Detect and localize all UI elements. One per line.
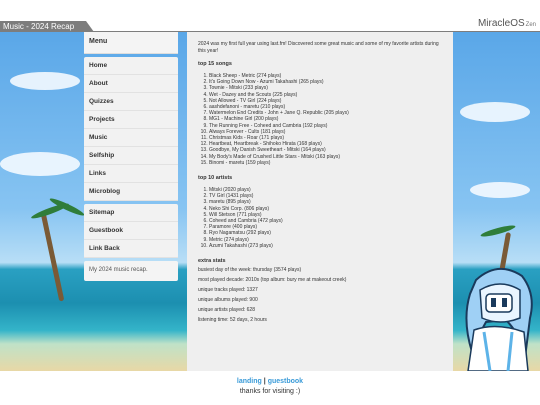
palm-trunk <box>40 212 65 302</box>
sidebar-item-microblog[interactable]: Microblog <box>84 183 178 201</box>
artist-item: Azumi Takahashi (273 plays) <box>209 243 443 249</box>
stat-decade: most played decade: 2010s (top album: bu… <box>198 277 347 284</box>
cloud <box>0 152 80 176</box>
sidebar: Menu Home About Quizzes Projects Music S… <box>84 32 178 281</box>
brand-name: MiracleOS <box>477 18 525 29</box>
landing-link[interactable]: landing <box>237 378 262 385</box>
title-bar: Music - 2024 Recap MiracleOSZen <box>0 0 540 32</box>
sidebar-item-quizzes[interactable]: Quizzes <box>84 93 178 111</box>
main-content[interactable]: 2024 was my first full year using last.f… <box>187 32 453 371</box>
footer-links: landing | guestbook <box>0 378 540 385</box>
cloud <box>10 72 80 90</box>
sidebar-item-link-back[interactable]: Link Back <box>84 240 178 258</box>
thanks-text: thanks for visiting :) <box>239 388 301 395</box>
menu-secondary: Sitemap Guestbook Link Back <box>84 204 178 258</box>
sidebar-item-about[interactable]: About <box>84 75 178 93</box>
stat-artists: unique artists played: 628 <box>198 307 255 314</box>
songs-list: Black Sheep - Metric (274 plays) It's Go… <box>209 73 443 166</box>
song-item: Binomi - maretu (159 plays) <box>209 160 443 166</box>
stat-busiest-day: busiest day of the week: thursday (3574 … <box>198 267 302 274</box>
sidebar-item-selfship[interactable]: Selfship <box>84 147 178 165</box>
sidebar-item-sitemap[interactable]: Sitemap <box>84 204 178 222</box>
extra-stats-heading: extra stats <box>198 258 226 265</box>
sidebar-item-home[interactable]: Home <box>84 57 178 75</box>
stat-tracks: unique tracks played: 1327 <box>198 287 258 294</box>
guestbook-link[interactable]: guestbook <box>268 378 303 385</box>
stat-albums: unique albums played: 900 <box>198 297 258 304</box>
sidebar-item-music[interactable]: Music <box>84 129 178 147</box>
cloud <box>460 102 530 122</box>
sidebar-item-projects[interactable]: Projects <box>84 111 178 129</box>
intro-text: 2024 was my first full year using last.f… <box>198 41 439 54</box>
songs-heading: top 15 songs <box>198 61 232 67</box>
footer-separator: | <box>263 378 266 385</box>
menu-header: Menu <box>84 32 178 54</box>
sidebar-item-links[interactable]: Links <box>84 165 178 183</box>
footer: landing | guestbook thanks for visiting … <box>0 371 540 405</box>
artists-heading: top 10 artists <box>198 175 233 182</box>
artists-list: Mitski (2020 plays) TV Girl (1431 plays)… <box>209 187 443 249</box>
cloud <box>470 182 530 198</box>
sidebar-item-guestbook[interactable]: Guestbook <box>84 222 178 240</box>
stat-listening-time: listening time: 52 days, 2 hours <box>198 317 267 324</box>
brand-suffix: Zen <box>525 22 536 28</box>
os-brand: MiracleOSZen <box>478 18 536 29</box>
mascot-character-image <box>465 268 533 371</box>
page-note: My 2024 music recap. <box>84 261 178 281</box>
menu-main: Home About Quizzes Projects Music Selfsh… <box>84 57 178 201</box>
page: Music - 2024 Recap MiracleOSZen Menu Hom… <box>0 0 540 405</box>
palm-leaf <box>479 223 517 239</box>
